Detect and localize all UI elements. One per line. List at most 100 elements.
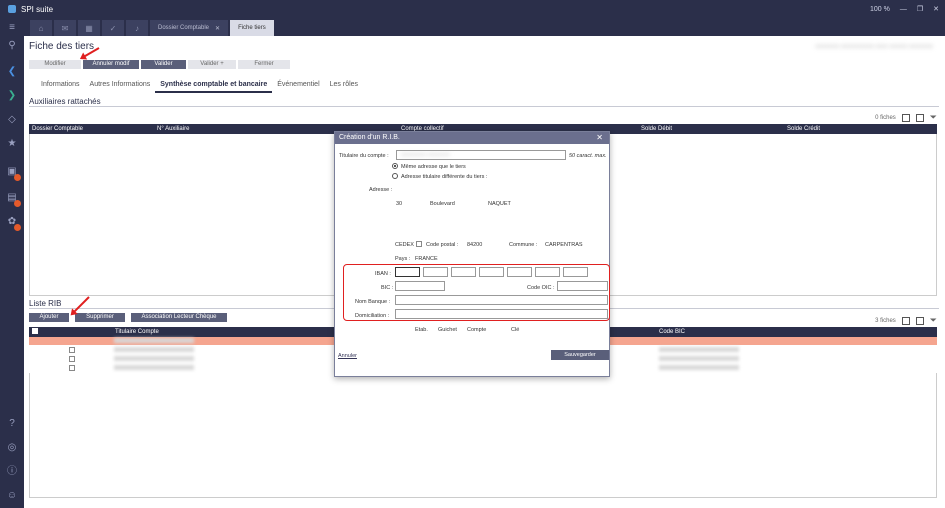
footer-cle: Clé bbox=[511, 327, 520, 333]
window-controls: 100 % — ❐ ✕ bbox=[870, 0, 939, 18]
adresse-label: Adresse : bbox=[369, 187, 393, 193]
mail-icon[interactable]: ✉ bbox=[54, 20, 76, 36]
fermer-button[interactable]: Fermer bbox=[238, 60, 290, 69]
association-lecteur-button[interactable]: Association Lecteur Chèque bbox=[131, 313, 227, 322]
tiers-identity-blurred: xxxxxxxx xxxxxxxxxxx xxxx xxxxxx xxxxxxx… bbox=[815, 44, 933, 50]
app-title: SPI suite bbox=[21, 4, 54, 14]
filter-icon[interactable]: ⏷ bbox=[930, 112, 937, 123]
annuler-link[interactable]: Annuler bbox=[338, 353, 357, 359]
col-dossier[interactable]: Dossier Comptable bbox=[32, 126, 83, 132]
check-icon[interactable]: ✓ bbox=[102, 20, 124, 36]
zoom-level: 100 % bbox=[869, 5, 890, 13]
cp-value: 84200 bbox=[467, 242, 483, 248]
pays-value: FRANCE bbox=[415, 256, 438, 262]
search-icon[interactable]: ⚲ bbox=[6, 40, 18, 52]
tab-synthese[interactable]: Synthèse comptable et bancaire bbox=[155, 81, 273, 93]
auxiliaires-title: Auxiliaires rattachés bbox=[29, 97, 101, 106]
calendar-icon[interactable]: ▦ bbox=[78, 20, 100, 36]
notification-badge bbox=[14, 224, 21, 231]
tab-autres-informations[interactable]: Autres Informations bbox=[85, 81, 156, 93]
auxiliaires-tools: 0 fiches ⏷ bbox=[875, 112, 937, 123]
page-title: Fiche des tiers bbox=[29, 41, 95, 52]
cedex-label: CEDEX : bbox=[395, 242, 418, 248]
footer-etab: Etab. bbox=[415, 327, 428, 333]
divider bbox=[29, 106, 939, 107]
radio-same-address[interactable] bbox=[392, 163, 398, 169]
export-icon[interactable] bbox=[901, 113, 910, 122]
tab-close-icon[interactable]: ✕ bbox=[215, 25, 220, 32]
pays-label: Pays : bbox=[395, 256, 411, 262]
rib-title: Liste RIB bbox=[29, 299, 62, 308]
footer-compte: Compte bbox=[467, 327, 487, 333]
ajouter-button[interactable]: Ajouter bbox=[29, 313, 69, 322]
select-all-checkbox[interactable] bbox=[32, 328, 38, 334]
commune-label: Commune : bbox=[509, 242, 538, 248]
minimize-icon[interactable]: — bbox=[900, 6, 907, 13]
valider-button[interactable]: Valider bbox=[141, 60, 186, 69]
sauvegarder-button[interactable]: Sauvegarder bbox=[551, 350, 609, 360]
col-solde-debit[interactable]: Solde Débit bbox=[641, 126, 672, 132]
col-code-bic[interactable]: Code BIC bbox=[659, 329, 685, 335]
row-checkbox[interactable] bbox=[69, 356, 75, 362]
supprimer-button[interactable]: Supprimer bbox=[75, 313, 125, 322]
tab-dossier-comptable[interactable]: Dossier Comptable ✕ bbox=[150, 20, 229, 36]
help-icon[interactable]: ? bbox=[6, 418, 18, 430]
rib-count: 3 fiches bbox=[875, 317, 896, 324]
tab-les-roles[interactable]: Les rôles bbox=[325, 81, 363, 93]
radio-diff-label: Adresse titulaire différente du tiers : bbox=[401, 174, 488, 180]
headset-icon[interactable]: ◎ bbox=[6, 442, 18, 454]
code-icon[interactable]: ◇ bbox=[6, 114, 18, 126]
sidebar: ≡ ⚲ ❮ ❯ ◇ ★ ▣ ▤ ✿ ? ◎ ⓘ ☺ bbox=[0, 18, 24, 508]
export-icon[interactable] bbox=[901, 316, 910, 325]
annotation-highlight-box bbox=[343, 264, 610, 321]
user-icon[interactable]: ☺ bbox=[6, 490, 18, 502]
rib-grid bbox=[29, 373, 937, 498]
max-hint: 50 caract. max. bbox=[569, 153, 607, 159]
cp-label: Code postal : bbox=[426, 242, 459, 248]
tab-evenementiel[interactable]: Événementiel bbox=[272, 81, 324, 93]
forward-icon[interactable]: ❯ bbox=[6, 90, 18, 102]
notification-badge bbox=[14, 174, 21, 181]
bell-icon[interactable]: ♪ bbox=[126, 20, 148, 36]
menu-icon[interactable]: ≡ bbox=[6, 22, 18, 34]
footer-guichet: Guichet bbox=[438, 327, 457, 333]
modifier-button[interactable]: Modifier bbox=[29, 60, 81, 69]
columns-icon[interactable] bbox=[915, 113, 924, 122]
tab-fiche-tiers[interactable]: Fiche tiers bbox=[230, 20, 274, 36]
star-icon[interactable]: ★ bbox=[6, 138, 18, 150]
radio-different-address[interactable] bbox=[392, 173, 398, 179]
close-icon[interactable]: ✕ bbox=[933, 5, 939, 13]
row-checkbox[interactable] bbox=[69, 365, 75, 371]
filter-icon[interactable]: ⏷ bbox=[930, 315, 937, 326]
document-tabs: ⌂ ✉ ▦ ✓ ♪ Dossier Comptable ✕ Fiche tiers bbox=[24, 18, 945, 36]
app-logo-icon bbox=[8, 5, 16, 13]
col-auxiliaire[interactable]: N° Auxiliaire bbox=[157, 126, 189, 132]
annuler-modif-button[interactable]: Annuler modif bbox=[83, 60, 139, 69]
info-icon[interactable]: ⓘ bbox=[6, 466, 18, 478]
maximize-icon[interactable]: ❐ bbox=[917, 5, 923, 13]
col-titulaire[interactable]: Titulaire Compte bbox=[115, 329, 159, 335]
tab-informations[interactable]: Informations bbox=[36, 81, 85, 93]
notification-badge bbox=[14, 200, 21, 207]
cedex-checkbox[interactable] bbox=[416, 241, 422, 247]
rib-tools: 3 fiches ⏷ bbox=[875, 315, 937, 326]
subtabs: Informations Autres Informations Synthès… bbox=[36, 81, 363, 93]
titulaire-input[interactable]: xxxxxxxxxx xxxxxxxxx bbox=[396, 150, 566, 160]
rib-dialog: Création d'un R.I.B. ✕ Titulaire du comp… bbox=[334, 131, 610, 377]
address-type: Boulevard bbox=[430, 201, 455, 207]
dialog-title: Création d'un R.I.B. ✕ bbox=[335, 132, 609, 144]
col-solde-credit[interactable]: Solde Crédit bbox=[787, 126, 820, 132]
commune-value: CARPENTRAS bbox=[545, 242, 583, 248]
home-icon[interactable]: ⌂ bbox=[30, 20, 52, 36]
title-bar: SPI suite 100 % — ❐ ✕ bbox=[0, 0, 945, 18]
row-checkbox[interactable] bbox=[69, 347, 75, 353]
back-icon[interactable]: ❮ bbox=[6, 66, 18, 78]
columns-icon[interactable] bbox=[915, 316, 924, 325]
address-number: 30 bbox=[396, 201, 403, 207]
titulaire-label: Titulaire du compte : bbox=[339, 153, 389, 159]
dialog-close-icon[interactable]: ✕ bbox=[596, 132, 603, 144]
auxiliaires-count: 0 fiches bbox=[875, 114, 896, 121]
address-name: NAQUET bbox=[488, 201, 511, 207]
valider-plus-button[interactable]: Valider + bbox=[188, 60, 236, 69]
radio-same-label: Même adresse que le tiers bbox=[401, 164, 466, 170]
